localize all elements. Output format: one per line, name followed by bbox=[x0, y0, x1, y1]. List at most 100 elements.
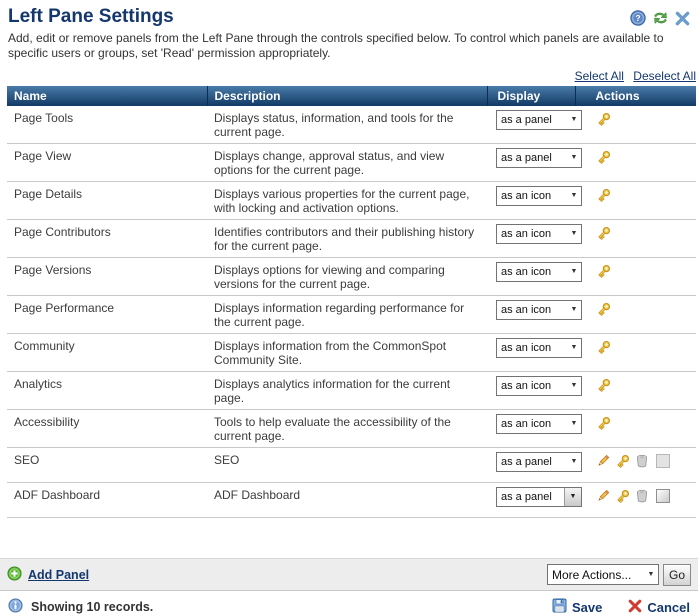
panel-name: Analytics bbox=[14, 377, 62, 391]
permissions-key-icon[interactable] bbox=[595, 225, 612, 242]
permissions-key-icon[interactable] bbox=[595, 301, 612, 318]
panel-name: Accessibility bbox=[14, 415, 79, 429]
info-icon bbox=[8, 598, 23, 614]
panel-description: SEO bbox=[214, 453, 239, 467]
permissions-key-icon[interactable] bbox=[595, 111, 612, 128]
display-select[interactable]: as an icon ▼ bbox=[496, 224, 582, 244]
panel-description: Identifies contributors and their publis… bbox=[214, 225, 474, 253]
display-select-value: as a panel bbox=[497, 151, 567, 165]
page-title: Left Pane Settings bbox=[8, 6, 174, 28]
display-select-value: as an icon bbox=[497, 303, 567, 317]
row-checkbox[interactable] bbox=[656, 489, 670, 503]
add-plus-icon bbox=[7, 566, 22, 584]
column-header-actions: Actions bbox=[575, 86, 696, 106]
chevron-down-icon: ▼ bbox=[567, 151, 581, 165]
permissions-key-icon[interactable] bbox=[595, 415, 612, 432]
add-panel-link[interactable]: Add Panel bbox=[7, 566, 89, 584]
row-actions bbox=[595, 186, 689, 204]
table-row: Page Tools Displays status, information,… bbox=[7, 106, 696, 144]
table-row: Page Versions Displays options for viewi… bbox=[7, 258, 696, 296]
display-select[interactable]: as a panel ▼ bbox=[496, 452, 582, 472]
panel-description: Displays various properties for the curr… bbox=[214, 187, 469, 215]
permissions-key-icon[interactable] bbox=[595, 263, 612, 280]
panel-name: Community bbox=[14, 339, 75, 353]
permissions-key-icon[interactable] bbox=[595, 187, 612, 204]
deselect-all-link[interactable]: Deselect All bbox=[633, 69, 696, 83]
display-select[interactable]: as an icon ▼ bbox=[496, 262, 582, 282]
more-actions-value: More Actions... bbox=[548, 568, 644, 582]
edit-pencil-icon[interactable] bbox=[595, 488, 611, 504]
display-select-value: as an icon bbox=[497, 341, 567, 355]
cancel-x-icon bbox=[628, 599, 642, 614]
table-row: Analytics Displays analytics information… bbox=[7, 372, 696, 410]
display-select[interactable]: as a panel ▼ bbox=[496, 487, 582, 507]
more-actions-group: More Actions... ▼ Go bbox=[547, 564, 691, 586]
display-select[interactable]: as an icon ▼ bbox=[496, 186, 582, 206]
chevron-down-icon: ▼ bbox=[567, 265, 581, 279]
display-select[interactable]: as an icon ▼ bbox=[496, 300, 582, 320]
delete-icon bbox=[634, 488, 650, 504]
go-button[interactable]: Go bbox=[663, 564, 691, 586]
permissions-key-icon[interactable] bbox=[614, 453, 631, 470]
display-select-value: as an icon bbox=[497, 379, 567, 393]
title-bar: Left Pane Settings ? bbox=[0, 0, 698, 28]
row-actions bbox=[595, 452, 689, 470]
refresh-icon[interactable] bbox=[652, 10, 669, 26]
display-select[interactable]: as an icon ▼ bbox=[496, 414, 582, 434]
panel-description: Displays status, information, and tools … bbox=[214, 111, 453, 139]
panel-description: ADF Dashboard bbox=[214, 488, 300, 502]
record-count-status: Showing 10 records. bbox=[8, 598, 153, 614]
row-actions bbox=[595, 148, 689, 166]
footer-actions: Save Cancel bbox=[552, 598, 690, 614]
display-select-value: as an icon bbox=[497, 265, 567, 279]
table-row: SEO SEO as a panel ▼ bbox=[7, 448, 696, 483]
table-row: Community Displays information from the … bbox=[7, 334, 696, 372]
permissions-key-icon[interactable] bbox=[595, 339, 612, 356]
add-panel-label: Add Panel bbox=[28, 568, 89, 582]
display-select-value: as a panel bbox=[497, 455, 567, 469]
panel-name: Page Versions bbox=[14, 263, 91, 277]
display-select-value: as a panel bbox=[497, 490, 564, 504]
display-select[interactable]: as a panel ▼ bbox=[496, 148, 582, 168]
cancel-button[interactable]: Cancel bbox=[628, 599, 690, 614]
panel-description: Displays analytics information for the c… bbox=[214, 377, 450, 405]
display-select[interactable]: as a panel ▼ bbox=[496, 110, 582, 130]
display-select[interactable]: as an icon ▼ bbox=[496, 376, 582, 396]
permissions-key-icon[interactable] bbox=[595, 149, 612, 166]
panel-description: Displays information regarding performan… bbox=[214, 301, 464, 329]
row-actions bbox=[595, 262, 689, 280]
display-select[interactable]: as an icon ▼ bbox=[496, 338, 582, 358]
table-row: Accessibility Tools to help evaluate the… bbox=[7, 410, 696, 448]
more-actions-select[interactable]: More Actions... ▼ bbox=[547, 564, 659, 585]
panel-name: Page Performance bbox=[14, 301, 114, 315]
panel-name: Page View bbox=[14, 149, 71, 163]
cancel-label: Cancel bbox=[647, 600, 690, 614]
selection-links: Select All Deselect All bbox=[0, 69, 696, 83]
save-label: Save bbox=[572, 600, 602, 614]
table-bottom-spacer bbox=[0, 518, 698, 558]
dialog-controls: ? bbox=[630, 10, 690, 26]
footer-bar: Showing 10 records. Save Cancel bbox=[0, 598, 698, 614]
help-icon[interactable]: ? bbox=[630, 10, 646, 26]
panel-description: Displays change, approval status, and vi… bbox=[214, 149, 444, 177]
display-select-value: as an icon bbox=[497, 189, 567, 203]
chevron-down-icon: ▼ bbox=[567, 379, 581, 393]
permissions-key-icon[interactable] bbox=[595, 377, 612, 394]
row-actions bbox=[595, 414, 689, 432]
panel-description: Displays information from the CommonSpot… bbox=[214, 339, 446, 367]
table-header-row: Name Description Display Actions bbox=[7, 86, 696, 106]
chevron-down-icon: ▼ bbox=[567, 417, 581, 431]
display-select-value: as an icon bbox=[497, 417, 567, 431]
chevron-down-icon: ▼ bbox=[564, 488, 581, 506]
permissions-key-icon[interactable] bbox=[614, 488, 631, 505]
chevron-down-icon: ▼ bbox=[567, 303, 581, 317]
display-select-value: as an icon bbox=[497, 227, 567, 241]
chevron-down-icon: ▼ bbox=[567, 227, 581, 241]
save-button[interactable]: Save bbox=[552, 598, 602, 614]
column-header-name: Name bbox=[7, 86, 207, 106]
edit-pencil-icon[interactable] bbox=[595, 453, 611, 469]
close-icon[interactable] bbox=[675, 11, 690, 26]
panel-description: Tools to help evaluate the accessibility… bbox=[214, 415, 451, 443]
select-all-link[interactable]: Select All bbox=[575, 69, 624, 83]
table-row: Page Details Displays various properties… bbox=[7, 182, 696, 220]
